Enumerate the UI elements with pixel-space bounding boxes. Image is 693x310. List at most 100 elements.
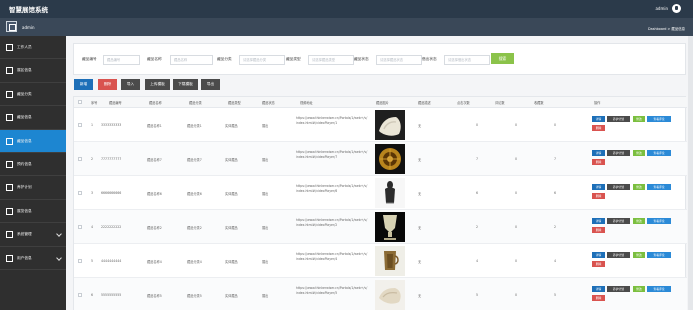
- detail-button[interactable]: 详情: [592, 286, 605, 292]
- edit-button[interactable]: 修改: [633, 116, 645, 122]
- view-comments-button[interactable]: 查看评论: [647, 218, 671, 224]
- name-input[interactable]: 藏品名称: [170, 55, 213, 65]
- view-comments-button[interactable]: 查看评论: [647, 286, 671, 292]
- collection-code: 3333333333: [101, 123, 122, 127]
- detail-button[interactable]: 详情: [592, 252, 605, 258]
- row-delete-button[interactable]: 删除: [592, 193, 605, 199]
- row-checkbox[interactable]: [78, 123, 82, 127]
- maintenance-plan-button[interactable]: 养护计划: [607, 150, 630, 156]
- collection-status: 展出: [262, 226, 269, 230]
- sidebar-item[interactable]: 系统管理: [0, 223, 66, 247]
- video-url[interactable]: https://www.thinkerwiser.cn/Portals/1/we…: [296, 150, 368, 160]
- top-bar: 智慧展馆系统 admin: [0, 0, 693, 18]
- row-checkbox[interactable]: [78, 225, 82, 229]
- row-delete-button[interactable]: 删除: [592, 261, 605, 267]
- code-input[interactable]: 藏品编号: [103, 55, 140, 65]
- collection-image[interactable]: [375, 178, 405, 208]
- collection-image[interactable]: [375, 280, 405, 310]
- sidebar: 工作人员 展区信息 藏品分类 藏品信息 藏品信息 预约信息 养护计划 展览信息 系统管理 用户信息: [0, 36, 66, 310]
- collection-image[interactable]: [375, 246, 405, 276]
- type-select[interactable]: 请选择藏品类型: [308, 55, 354, 65]
- view-comments-button[interactable]: 查看评论: [647, 184, 671, 190]
- sidebar-item[interactable]: 藏品信息: [0, 106, 66, 130]
- row-delete-button[interactable]: 删除: [592, 295, 605, 301]
- maintenance-plan-button[interactable]: 养护计划: [607, 116, 630, 122]
- header-status[interactable]: 藏品状态: [262, 100, 275, 105]
- sidebar-item[interactable]: 预约信息: [0, 153, 66, 177]
- row-checkbox[interactable]: [78, 293, 82, 297]
- collection-category: 藏品分类5: [187, 294, 202, 298]
- filter-label: 藏品分类: [217, 57, 232, 61]
- header-type[interactable]: 藏品类型: [228, 100, 241, 105]
- row-delete-button[interactable]: 删除: [592, 227, 605, 233]
- header-image[interactable]: 藏品图片: [376, 100, 389, 105]
- sidebar-item[interactable]: 工作人员: [0, 36, 66, 60]
- edit-button[interactable]: 修改: [633, 252, 645, 258]
- detail-button[interactable]: 详情: [592, 184, 605, 190]
- home-icon[interactable]: [6, 21, 17, 32]
- lend-status-select[interactable]: 请选择借出状态: [444, 55, 490, 65]
- sidebar-item[interactable]: 藏品信息: [0, 129, 66, 153]
- edit-button[interactable]: 修改: [633, 184, 645, 190]
- header-desc[interactable]: 藏品描述: [418, 100, 431, 105]
- import-button[interactable]: 导入: [121, 79, 140, 90]
- sidebar-item-label: 展览信息: [17, 208, 32, 213]
- user-avatar-icon[interactable]: [672, 4, 681, 13]
- video-url[interactable]: https://www.thinkerwiser.cn/Portals/1/we…: [296, 286, 368, 296]
- row-delete-button[interactable]: 删除: [592, 125, 605, 131]
- collection-image[interactable]: [375, 110, 405, 140]
- header-code[interactable]: 藏品编号: [109, 100, 122, 105]
- header-comments[interactable]: 评论数: [495, 100, 505, 105]
- collection-image[interactable]: [375, 144, 405, 174]
- header-no[interactable]: 序号: [91, 100, 97, 105]
- header-video[interactable]: 视频地址: [300, 100, 313, 105]
- download-template-button[interactable]: 下载模板: [173, 79, 198, 90]
- maintenance-plan-button[interactable]: 养护计划: [607, 252, 630, 258]
- maintenance-plan-button[interactable]: 养护计划: [607, 184, 630, 190]
- search-button[interactable]: 搜索: [491, 53, 514, 64]
- collection-category: 藏品分类4: [187, 260, 202, 264]
- detail-button[interactable]: 详情: [592, 150, 605, 156]
- row-checkbox[interactable]: [78, 259, 82, 263]
- delete-button[interactable]: 删除: [98, 79, 117, 90]
- export-button[interactable]: 导出: [201, 79, 220, 90]
- sidebar-item[interactable]: 养护计划: [0, 176, 66, 200]
- sidebar-item[interactable]: 展区信息: [0, 59, 66, 83]
- row-checkbox[interactable]: [78, 157, 82, 161]
- detail-button[interactable]: 详情: [592, 218, 605, 224]
- video-url[interactable]: https://www.thinkerwiser.cn/Portals/1/we…: [296, 252, 368, 262]
- collection-image[interactable]: [375, 212, 405, 242]
- sidebar-item[interactable]: 藏品分类: [0, 83, 66, 107]
- header-clicks[interactable]: 点击次数: [457, 100, 470, 105]
- upload-template-button[interactable]: 上传模板: [145, 79, 170, 90]
- edit-button[interactable]: 修改: [633, 286, 645, 292]
- filter-panel: 藏品编号 藏品编号 藏品名称 藏品名称 藏品分类 请选择藏品分类 藏品类型 请选…: [73, 43, 686, 75]
- collection-category: 藏品分类7: [187, 158, 202, 162]
- view-comments-button[interactable]: 查看评论: [647, 252, 671, 258]
- video-url[interactable]: https://www.thinkerwiser.cn/Portals/1/we…: [296, 116, 368, 126]
- status-select[interactable]: 请选择藏品状态: [376, 55, 422, 65]
- category-select[interactable]: 请选择藏品分类: [239, 55, 285, 65]
- header-category[interactable]: 藏品分类: [189, 100, 202, 105]
- header-name[interactable]: 藏品名称: [149, 100, 162, 105]
- row-delete-button[interactable]: 删除: [592, 159, 605, 165]
- view-comments-button[interactable]: 查看评论: [647, 116, 671, 122]
- maintenance-plan-button[interactable]: 养护计划: [607, 218, 630, 224]
- sidebar-item[interactable]: 展览信息: [0, 200, 66, 224]
- sidebar-item-label: 用户信息: [17, 255, 32, 260]
- collection-description: 无: [418, 294, 422, 298]
- edit-button[interactable]: 修改: [633, 218, 645, 224]
- user-name[interactable]: admin: [655, 6, 668, 11]
- add-button[interactable]: 新增: [74, 79, 93, 90]
- edit-button[interactable]: 修改: [633, 150, 645, 156]
- sidebar-item[interactable]: 用户信息: [0, 247, 66, 270]
- row-checkbox[interactable]: [78, 191, 82, 195]
- header-favorites[interactable]: 收藏数: [534, 100, 544, 105]
- detail-button[interactable]: 详情: [592, 116, 605, 122]
- select-all-checkbox[interactable]: [78, 100, 82, 104]
- page-scrollbar[interactable]: [688, 36, 693, 310]
- video-url[interactable]: https://www.thinkerwiser.cn/Portals/1/we…: [296, 218, 368, 228]
- maintenance-plan-button[interactable]: 养护计划: [607, 286, 630, 292]
- video-url[interactable]: https://www.thinkerwiser.cn/Portals/1/we…: [296, 184, 368, 194]
- view-comments-button[interactable]: 查看评论: [647, 150, 671, 156]
